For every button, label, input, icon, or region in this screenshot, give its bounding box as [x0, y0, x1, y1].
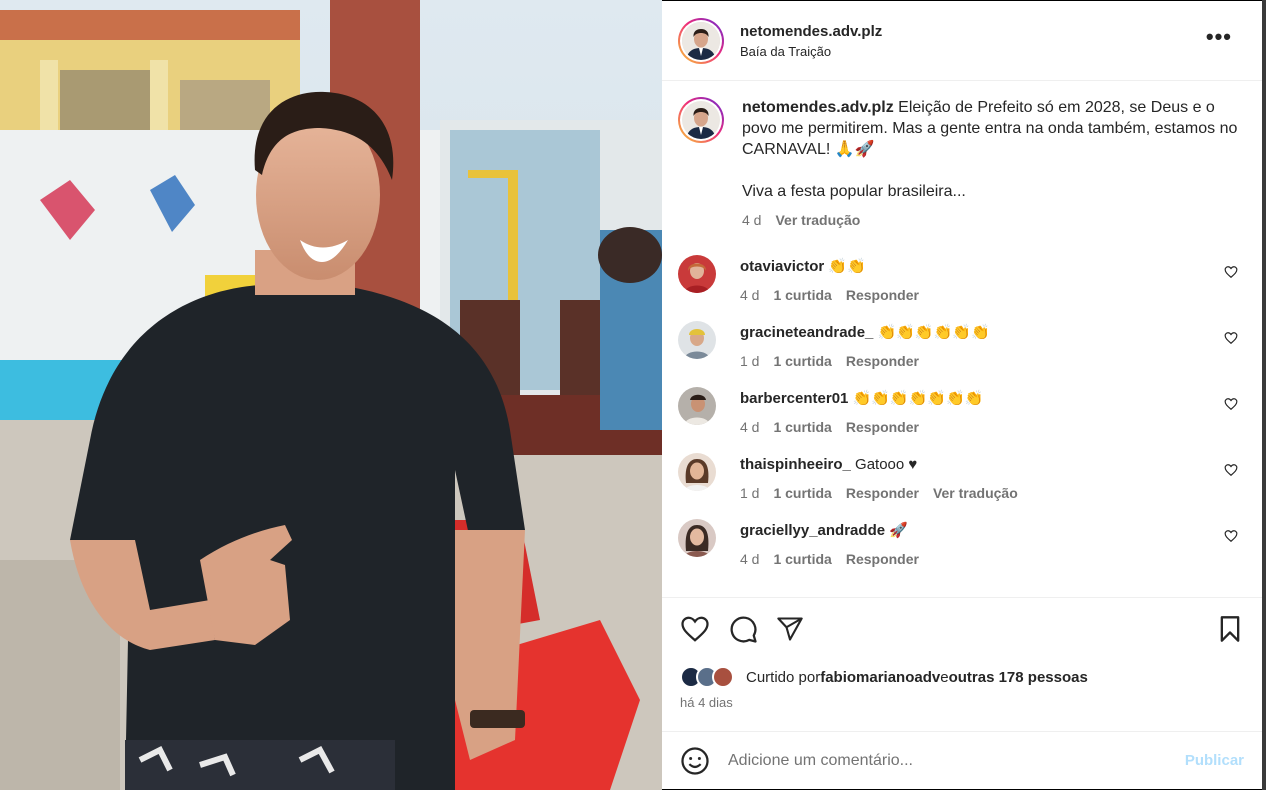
post-modal: netomendes.adv.plz Baía da Traição ••• n…	[0, 0, 1266, 790]
post-photo[interactable]	[0, 0, 662, 790]
likes-others-link[interactable]: outras 178 pessoas	[949, 669, 1088, 686]
paper-plane-icon[interactable]	[776, 615, 804, 643]
author-story-ring[interactable]	[678, 17, 724, 64]
comment-like-heart-icon[interactable]	[1224, 331, 1238, 345]
comment-icon[interactable]	[728, 614, 758, 644]
comment-text: 👏👏👏👏👏👏	[873, 324, 990, 341]
window-edge	[1262, 0, 1266, 790]
caption-username[interactable]: netomendes.adv.plz	[742, 99, 894, 116]
author-avatar[interactable]	[682, 21, 720, 60]
commenter-avatar[interactable]	[678, 321, 716, 359]
comment-reply-button[interactable]: Responder	[846, 419, 919, 435]
post-header: netomendes.adv.plz Baía da Traição •••	[662, 1, 1262, 81]
comment-likes[interactable]: 1 curtida	[773, 485, 831, 501]
more-options-button[interactable]: •••	[1206, 24, 1246, 58]
comment-age[interactable]: 4 d	[740, 287, 759, 303]
post-caption: netomendes.adv.plz Eleição de Prefeito s…	[678, 97, 1246, 231]
caption-author-avatar-image	[682, 101, 720, 139]
comment-username[interactable]: barbercenter01	[740, 390, 848, 407]
comment-username[interactable]: thaispinheeiro_	[740, 456, 851, 473]
comment-item: otaviavictor 👏👏 4 d 1 curtida Responder	[678, 255, 1246, 303]
add-comment-bar: Adicione um comentário... Publicar	[662, 731, 1262, 789]
comment-text: Gatooo ♥	[850, 456, 918, 473]
commenter-avatar-image	[678, 255, 716, 293]
comment-username[interactable]: gracineteandrade_	[740, 324, 873, 341]
commenter-avatar[interactable]	[678, 453, 716, 491]
author-username[interactable]: netomendes.adv.plz	[740, 23, 1206, 40]
post-photo-image	[0, 0, 662, 790]
smiley-icon[interactable]	[680, 746, 710, 776]
caption-author-avatar[interactable]	[682, 101, 720, 139]
caption-text: netomendes.adv.plz Eleição de Prefeito s…	[742, 97, 1246, 160]
commenter-avatar-image	[678, 321, 716, 359]
comment-input[interactable]: Adicione um comentário...	[728, 752, 1185, 770]
commenter-avatar[interactable]	[678, 387, 716, 425]
comment-likes[interactable]: 1 curtida	[773, 353, 831, 369]
comment-reply-button[interactable]: Responder	[846, 551, 919, 567]
comment-item: barbercenter01 👏👏👏👏👏👏👏 4 d 1 curtida Res…	[678, 387, 1246, 435]
comment-age[interactable]: 4 d	[740, 551, 759, 567]
comment-like-heart-icon[interactable]	[1224, 463, 1238, 477]
likes-prefix: Curtido por	[746, 668, 821, 686]
comment-reply-button[interactable]: Responder	[846, 353, 919, 369]
comment-item: gracineteandrade_ 👏👏👏👏👏👏 1 d 1 curtida R…	[678, 321, 1246, 369]
comment-username[interactable]: otaviavictor	[740, 258, 824, 275]
comment-text: 🚀	[885, 522, 908, 539]
caption-author-story-ring[interactable]	[678, 97, 724, 143]
commenter-avatar[interactable]	[678, 519, 716, 557]
commenter-avatar[interactable]	[678, 255, 716, 293]
caption-translate-link[interactable]: Ver tradução	[775, 210, 860, 231]
caption-second-line: Viva a festa popular brasileira...	[742, 183, 966, 200]
comment-like-heart-icon[interactable]	[1224, 397, 1238, 411]
comment-item: thaispinheeiro_ Gatooo ♥ 1 d 1 curtida R…	[678, 453, 1246, 501]
comment-text: 👏👏	[824, 258, 866, 275]
liker-avatar	[712, 666, 734, 688]
likes-first-user[interactable]: fabiomarianoadv	[820, 669, 940, 686]
post-actions-bar	[662, 597, 1262, 659]
comment-text: 👏👏👏👏👏👏👏	[848, 390, 984, 407]
likers-avatar-stack[interactable]	[680, 666, 734, 688]
comment-username[interactable]: graciellyy_andradde	[740, 522, 885, 539]
bookmark-icon[interactable]	[1216, 615, 1244, 643]
commenter-avatar-image	[678, 387, 716, 425]
heart-icon[interactable]	[680, 614, 710, 644]
comment-likes[interactable]: 1 curtida	[773, 287, 831, 303]
likes-conjunction: e	[940, 668, 949, 686]
comments-scroll-area[interactable]: netomendes.adv.plz Eleição de Prefeito s…	[662, 81, 1262, 597]
comment-likes[interactable]: 1 curtida	[773, 551, 831, 567]
comment-translate-link[interactable]: Ver tradução	[933, 485, 1018, 501]
comment-like-heart-icon[interactable]	[1224, 265, 1238, 279]
caption-age[interactable]: 4 d	[742, 210, 761, 231]
post-side-panel: netomendes.adv.plz Baía da Traição ••• n…	[662, 1, 1262, 789]
commenter-avatar-image	[678, 519, 716, 557]
comment-age[interactable]: 4 d	[740, 419, 759, 435]
comment-like-heart-icon[interactable]	[1224, 529, 1238, 543]
comment-reply-button[interactable]: Responder	[846, 485, 919, 501]
comment-age[interactable]: 1 d	[740, 485, 759, 501]
comment-reply-button[interactable]: Responder	[846, 287, 919, 303]
comment-likes[interactable]: 1 curtida	[773, 419, 831, 435]
comment-age[interactable]: 1 d	[740, 353, 759, 369]
author-avatar-image	[682, 21, 720, 60]
post-timestamp[interactable]: há 4 dias	[662, 695, 1262, 715]
publish-button[interactable]: Publicar	[1185, 752, 1244, 769]
post-location[interactable]: Baía da Traição	[740, 44, 1206, 59]
likes-summary: Curtido por fabiomarianoadv e outras 178…	[662, 659, 1262, 695]
commenter-avatar-image	[678, 453, 716, 491]
comment-item: graciellyy_andradde 🚀 4 d 1 curtida Resp…	[678, 519, 1246, 567]
